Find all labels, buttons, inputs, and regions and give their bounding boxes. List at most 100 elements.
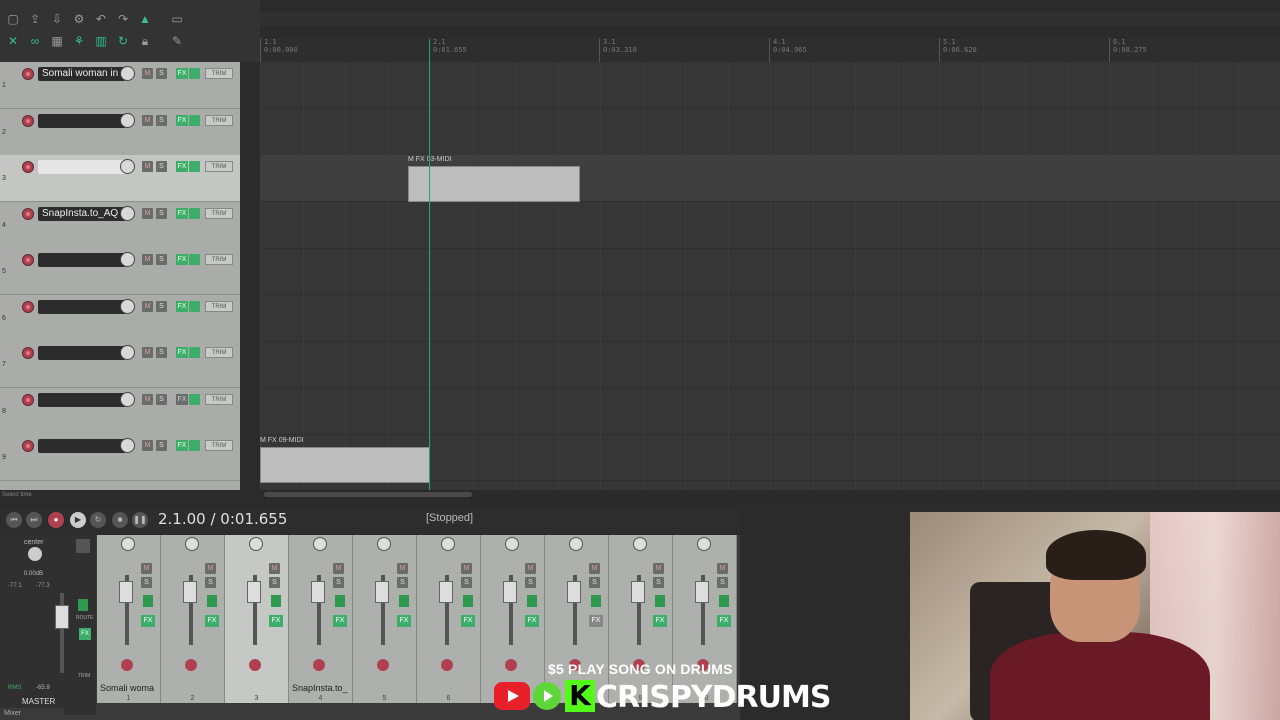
strip-solo-button[interactable]: S bbox=[653, 577, 664, 588]
time-readout[interactable]: 2.1.00 / 0:01.655 bbox=[158, 510, 287, 528]
repeat-icon[interactable]: ↻ bbox=[90, 512, 106, 528]
mixer-strip[interactable]: M S FX 6 bbox=[417, 535, 481, 703]
record-arm-button[interactable] bbox=[22, 68, 34, 80]
record-arm-button[interactable] bbox=[22, 393, 34, 406]
open-project-icon[interactable]: ⇪ bbox=[28, 12, 42, 26]
record-arm-button[interactable] bbox=[22, 207, 34, 220]
mute-button[interactable]: M bbox=[142, 207, 153, 219]
trim-button[interactable]: TRIM bbox=[205, 300, 233, 312]
strip-name[interactable] bbox=[161, 681, 224, 695]
track-header[interactable]: 8 M S FX TRIM bbox=[0, 387, 240, 435]
pan-knob[interactable] bbox=[313, 537, 327, 551]
lock-icon[interactable]: 🔒︎ bbox=[138, 34, 152, 48]
track-header[interactable]: 1 Somali woman in M S FX TRIM bbox=[0, 62, 240, 109]
strip-mute-button[interactable]: M bbox=[205, 563, 216, 574]
master-trim-button[interactable]: TRIM bbox=[78, 673, 90, 679]
master-fx-button[interactable]: FX bbox=[79, 628, 91, 640]
pan-knob[interactable] bbox=[377, 537, 391, 551]
track-name-field[interactable] bbox=[38, 299, 126, 314]
strip-solo-button[interactable]: S bbox=[717, 577, 728, 588]
track-name-field[interactable]: SnapInsta.to_AQ bbox=[38, 206, 126, 221]
strip-fx-button[interactable]: FX bbox=[589, 615, 603, 627]
strip-record-arm[interactable] bbox=[441, 659, 453, 671]
strip-solo-button[interactable]: S bbox=[205, 577, 216, 588]
track-name-field[interactable] bbox=[38, 346, 126, 360]
horizontal-scrollbar[interactable] bbox=[260, 490, 1280, 500]
track-header[interactable]: 4 SnapInsta.to_AQ M S FX TRIM bbox=[0, 201, 240, 249]
go-to-end-icon[interactable]: ⏭ bbox=[26, 512, 42, 528]
trim-button[interactable]: TRIM bbox=[205, 68, 233, 79]
strip-fx-button[interactable]: FX bbox=[525, 615, 539, 627]
track-header[interactable]: 3 M S FX TRIM bbox=[0, 155, 240, 202]
mute-button[interactable]: M bbox=[142, 347, 153, 358]
fx-button[interactable]: FX bbox=[176, 347, 188, 358]
pan-knob[interactable] bbox=[697, 537, 711, 551]
mute-button[interactable]: M bbox=[142, 393, 153, 405]
trim-button[interactable]: TRIM bbox=[205, 254, 233, 265]
track-name-field[interactable] bbox=[38, 113, 126, 128]
mute-button[interactable]: M bbox=[142, 254, 153, 265]
redo-icon[interactable]: ↷ bbox=[116, 12, 130, 26]
solo-button[interactable]: S bbox=[156, 440, 167, 451]
layout-icon[interactable]: ▭ bbox=[170, 12, 184, 26]
track-volume-knob[interactable] bbox=[120, 205, 135, 221]
fx-button[interactable]: FX bbox=[176, 440, 188, 451]
track-volume-knob[interactable] bbox=[120, 112, 135, 128]
strip-mute-button[interactable]: M bbox=[269, 563, 280, 574]
record-arm-button[interactable] bbox=[22, 161, 34, 173]
mixer-strip[interactable]: M S FX 2 bbox=[161, 535, 225, 703]
mixer-strip[interactable]: M S FX SnapInsta.to_ 4 bbox=[289, 535, 353, 703]
fx-enable-button[interactable] bbox=[189, 347, 200, 358]
strip-fx-button[interactable]: FX bbox=[461, 615, 475, 627]
track-volume-knob[interactable] bbox=[120, 345, 135, 360]
fx-enable-button[interactable] bbox=[189, 300, 200, 312]
solo-button[interactable]: S bbox=[156, 347, 167, 358]
fx-enable-button[interactable] bbox=[189, 114, 200, 126]
fx-button[interactable]: FX bbox=[176, 254, 188, 265]
strip-solo-button[interactable]: S bbox=[589, 577, 600, 588]
pencil-icon[interactable]: ✎ bbox=[170, 34, 184, 48]
record-arm-button[interactable] bbox=[22, 440, 34, 452]
track-name-field[interactable] bbox=[38, 392, 126, 407]
record-arm-button[interactable] bbox=[22, 300, 34, 313]
strip-name[interactable]: SnapInsta.to_ bbox=[289, 681, 352, 695]
strip-solo-button[interactable]: S bbox=[141, 577, 152, 588]
strip-fx-button[interactable]: FX bbox=[717, 615, 731, 627]
strip-solo-button[interactable]: S bbox=[461, 577, 472, 588]
ripple-edit-icon[interactable]: ∞ bbox=[28, 34, 42, 48]
trim-button[interactable]: TRIM bbox=[205, 161, 233, 172]
strip-mute-button[interactable]: M bbox=[589, 563, 600, 574]
strip-mute-button[interactable]: M bbox=[461, 563, 472, 574]
mixer-strip[interactable]: M S FX Somali woma 1 bbox=[97, 535, 161, 703]
new-project-icon[interactable]: ▢ bbox=[6, 12, 20, 26]
volume-fader[interactable] bbox=[311, 581, 325, 603]
grid-icon[interactable]: ▥ bbox=[94, 34, 108, 48]
strip-name[interactable] bbox=[225, 681, 288, 695]
track-volume-knob[interactable] bbox=[120, 66, 135, 81]
fx-enable-button[interactable] bbox=[189, 393, 200, 405]
stop-icon[interactable]: ■ bbox=[112, 512, 128, 528]
pan-knob[interactable] bbox=[249, 537, 263, 551]
trim-button[interactable]: TRIM bbox=[205, 347, 233, 358]
track-name-field[interactable] bbox=[38, 439, 126, 453]
trim-button[interactable]: TRIM bbox=[205, 393, 233, 405]
strip-fx-button[interactable]: FX bbox=[269, 615, 283, 627]
arrange-view[interactable]: M FX 03-MIDI M FX 09-MIDI bbox=[260, 62, 1280, 490]
fx-enable-button[interactable] bbox=[189, 68, 200, 79]
volume-fader[interactable] bbox=[375, 581, 389, 603]
solo-button[interactable]: S bbox=[156, 68, 167, 79]
track-header[interactable]: 6 M S FX TRIM bbox=[0, 294, 240, 342]
volume-fader[interactable] bbox=[695, 581, 709, 603]
master-pan-knob[interactable] bbox=[28, 547, 42, 561]
strip-record-arm[interactable] bbox=[313, 659, 325, 671]
strip-mute-button[interactable]: M bbox=[141, 563, 152, 574]
track-name-field[interactable] bbox=[38, 253, 126, 267]
solo-button[interactable]: S bbox=[156, 161, 167, 172]
master-mono-button[interactable] bbox=[76, 539, 90, 553]
pan-knob[interactable] bbox=[505, 537, 519, 551]
fx-enable-button[interactable] bbox=[189, 207, 200, 219]
volume-fader[interactable] bbox=[439, 581, 453, 603]
volume-fader[interactable] bbox=[183, 581, 197, 603]
strip-mute-button[interactable]: M bbox=[653, 563, 664, 574]
strip-record-arm[interactable] bbox=[505, 659, 517, 671]
